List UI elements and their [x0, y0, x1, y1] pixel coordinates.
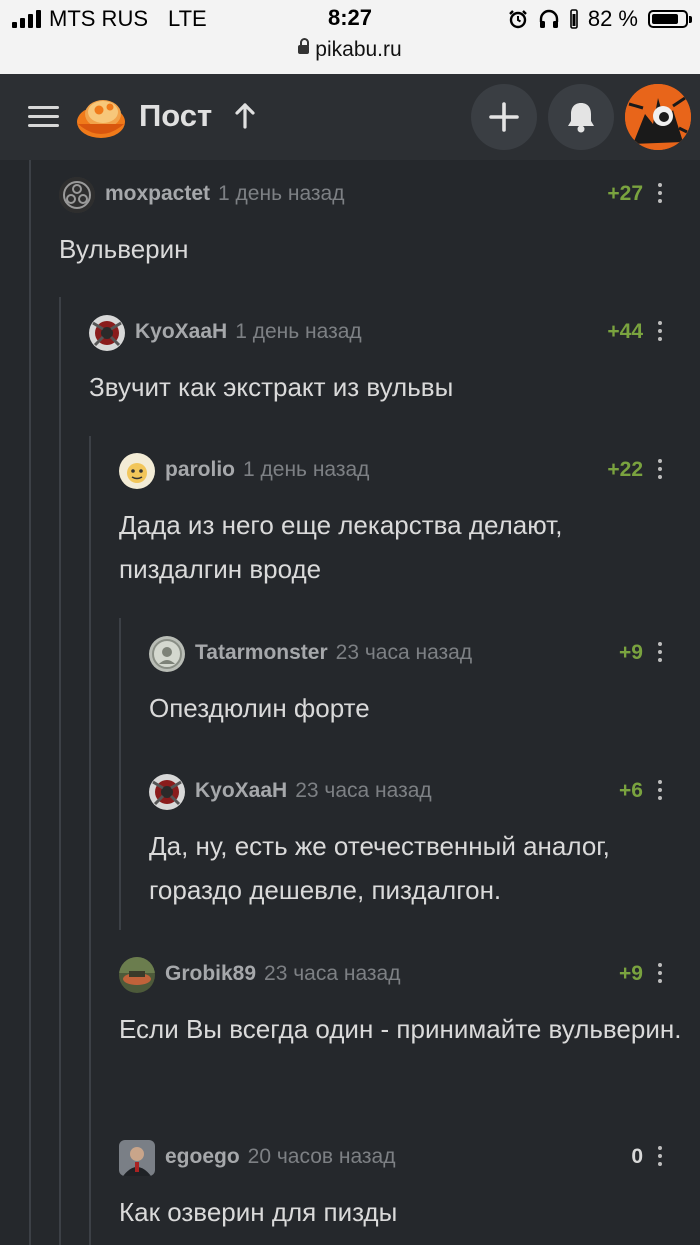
user-avatar[interactable]	[119, 453, 155, 489]
more-options-icon[interactable]	[658, 1146, 662, 1166]
bell-icon	[568, 103, 594, 133]
battery-percent: 82 %	[587, 6, 638, 31]
status-right: 82 %	[508, 6, 692, 32]
comment-text: Вульверин	[59, 234, 189, 264]
url-bar[interactable]: pikabu.ru	[0, 37, 700, 62]
menu-icon[interactable]	[28, 106, 59, 128]
comment-username[interactable]: Tatarmonster 23 часа назад	[195, 641, 472, 665]
comment-text: Опездюлин форте	[149, 693, 370, 723]
battery-icon	[648, 10, 692, 28]
comment-rating: +9	[619, 641, 643, 664]
comment-time: 23 часа назад	[335, 641, 473, 664]
user-avatar[interactable]	[119, 957, 155, 993]
comment: KyoXaaH 23 часа назад +6 Да, ну, есть же …	[149, 774, 685, 912]
comment-time: 20 часов назад	[247, 1145, 396, 1168]
comment-text: Да, ну, есть же отечественный аналог, го…	[149, 831, 610, 905]
comment: parolio 1 день назад +22 Дада из него еще…	[119, 453, 685, 591]
comment: Tatarmonster 23 часа назад +9 Опездюлин ф…	[149, 636, 685, 730]
comment-username[interactable]: KyoXaaH 1 день назад	[135, 320, 362, 344]
more-options-icon[interactable]	[658, 183, 662, 203]
comment: egoego 20 часов назад 0 Как озверин для п…	[119, 1140, 685, 1234]
thread-line	[89, 436, 91, 1245]
lock-icon	[298, 37, 310, 54]
more-options-icon[interactable]	[658, 459, 662, 479]
headphones-icon	[539, 9, 559, 28]
battery-fill	[652, 14, 679, 24]
add-post-button[interactable]	[471, 84, 537, 150]
user-avatar[interactable]	[119, 1140, 155, 1176]
comment-time: 1 день назад	[235, 320, 362, 343]
comment-username[interactable]: Grobik89 23 часа назад	[165, 962, 400, 986]
comment-time: 23 часа назад	[295, 779, 432, 802]
comment-rating: 0	[631, 1145, 643, 1168]
comment-time: 1 день назад	[218, 182, 345, 205]
user-avatar[interactable]	[149, 636, 185, 672]
alarm-icon	[508, 10, 527, 29]
comment-rating: +9	[619, 962, 643, 985]
comment-rating: +22	[607, 458, 643, 481]
comment-username[interactable]: moxpactet 1 день назад	[105, 182, 344, 206]
app-header: Пост	[0, 74, 700, 160]
thread-line	[29, 160, 31, 1245]
comment-username[interactable]: parolio 1 день назад	[165, 458, 369, 482]
user-avatar[interactable]	[59, 177, 95, 213]
comment-text: Дада из него еще лекарства делают, пизда…	[119, 510, 563, 584]
plus-icon	[489, 102, 519, 132]
battery-level-icon	[570, 9, 578, 29]
more-options-icon[interactable]	[658, 780, 662, 800]
thread-line	[119, 618, 121, 930]
up-arrow-icon[interactable]	[233, 102, 257, 130]
more-options-icon[interactable]	[658, 963, 662, 983]
notifications-button[interactable]	[548, 84, 614, 150]
comment-time: 1 день назад	[243, 458, 370, 481]
comment: Grobik89 23 часа назад +9 Если Вы всегда …	[119, 957, 685, 1051]
comment-rating: +6	[619, 779, 643, 802]
comment: moxpactet 1 день назад +27 Вульверин	[59, 177, 685, 271]
user-avatar[interactable]	[89, 315, 125, 351]
status-bar: MTS RUS LTE 8:27 82 % pikabu.ru	[0, 0, 700, 74]
comment-username[interactable]: KyoXaaH 23 часа назад	[195, 779, 432, 803]
comment-time: 23 часа назад	[264, 962, 401, 985]
comment-rating: +44	[607, 320, 643, 343]
comment-text: Как озверин для пизды	[119, 1197, 398, 1227]
comment: KyoXaaH 1 день назад +44 Звучит как экстр…	[89, 315, 685, 409]
user-avatar[interactable]	[149, 774, 185, 810]
comment-username[interactable]: egoego 20 часов назад	[165, 1145, 396, 1169]
comment-rating: +27	[607, 182, 643, 205]
more-options-icon[interactable]	[658, 642, 662, 662]
user-avatar[interactable]	[625, 84, 691, 150]
page-title: Пост	[139, 98, 213, 133]
url-text: pikabu.ru	[315, 38, 402, 61]
more-options-icon[interactable]	[658, 321, 662, 341]
thread-line	[59, 297, 61, 1245]
pikabu-logo[interactable]	[76, 92, 126, 140]
comment-text: Звучит как экстракт из вульвы	[89, 372, 454, 402]
comment-text: Если Вы всегда один - принимайте вульвер…	[119, 1014, 682, 1044]
